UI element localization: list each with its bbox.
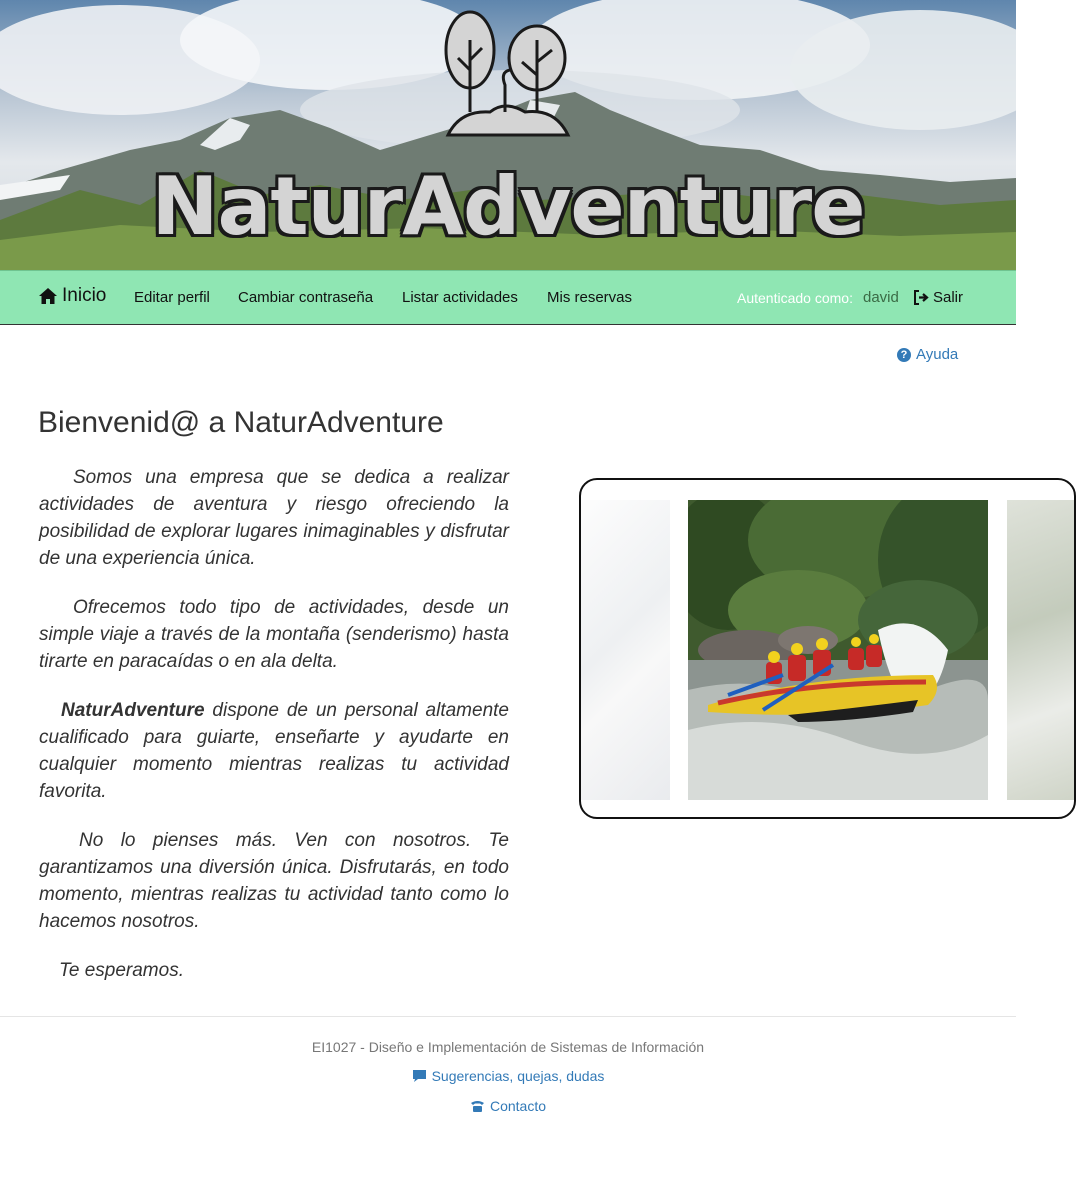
help-label: Ayuda bbox=[916, 346, 959, 363]
contact-link[interactable]: Contacto bbox=[0, 1098, 1016, 1114]
nav-home-link[interactable]: Inicio bbox=[38, 285, 106, 307]
intro-paragraph: Te esperamos. bbox=[59, 960, 184, 981]
home-icon bbox=[39, 288, 57, 304]
contact-label: Contacto bbox=[489, 1098, 547, 1114]
intro-paragraph: Ofrecemos todo tipo de actividades, desd… bbox=[39, 597, 509, 672]
help-link[interactable]: ? Ayuda bbox=[897, 346, 958, 363]
intro-paragraph: NaturAdventure dispone de un personal al… bbox=[39, 697, 509, 805]
rafting-photo bbox=[688, 500, 988, 800]
footer-course-title: EI1027 - Diseño e Implementación de Sist… bbox=[311, 1039, 705, 1055]
intro-text: Somos una empresa que se dedica a realiz… bbox=[39, 464, 509, 1006]
brand-logo-text: NaturAdventure bbox=[151, 160, 865, 253]
question-circle-icon: ? bbox=[897, 347, 911, 362]
carousel-current-slide bbox=[688, 500, 988, 800]
logout-icon bbox=[914, 290, 929, 305]
suggestions-link[interactable]: Sugerencias, quejas, dudas bbox=[0, 1068, 1016, 1084]
header-banner: NaturAdventure bbox=[0, 0, 1016, 270]
comment-icon bbox=[412, 1070, 426, 1082]
nav-home-label: Inicio bbox=[62, 285, 107, 306]
brand-mention: NaturAdventure bbox=[61, 700, 205, 721]
auth-username: david bbox=[863, 289, 899, 306]
nav-change-password[interactable]: Cambiar contraseña bbox=[238, 289, 373, 306]
phone-icon bbox=[470, 1101, 484, 1112]
activity-carousel[interactable] bbox=[579, 478, 1076, 819]
carousel-next-slide[interactable] bbox=[1007, 500, 1074, 800]
intro-paragraph: Somos una empresa que se dedica a realiz… bbox=[39, 467, 509, 569]
intro-paragraph: No lo pienses más. Ven con nosotros. Te … bbox=[39, 830, 509, 932]
suggestions-label: Sugerencias, quejas, dudas bbox=[431, 1068, 605, 1084]
nav-list-activities[interactable]: Listar actividades bbox=[402, 289, 518, 306]
nav-my-bookings[interactable]: Mis reservas bbox=[547, 289, 632, 306]
carousel-prev-slide[interactable] bbox=[581, 500, 670, 800]
nav-edit-profile[interactable]: Editar perfil bbox=[134, 289, 210, 306]
main-navbar: Inicio Editar perfil Cambiar contraseña … bbox=[0, 270, 1016, 325]
logout-label: Salir bbox=[933, 289, 964, 306]
footer-divider bbox=[0, 1016, 1016, 1017]
logout-link[interactable]: Salir bbox=[913, 289, 963, 306]
page-title: Bienvenid@ a NaturAdventure bbox=[38, 406, 444, 439]
auth-label: Autenticado como: bbox=[737, 290, 853, 306]
